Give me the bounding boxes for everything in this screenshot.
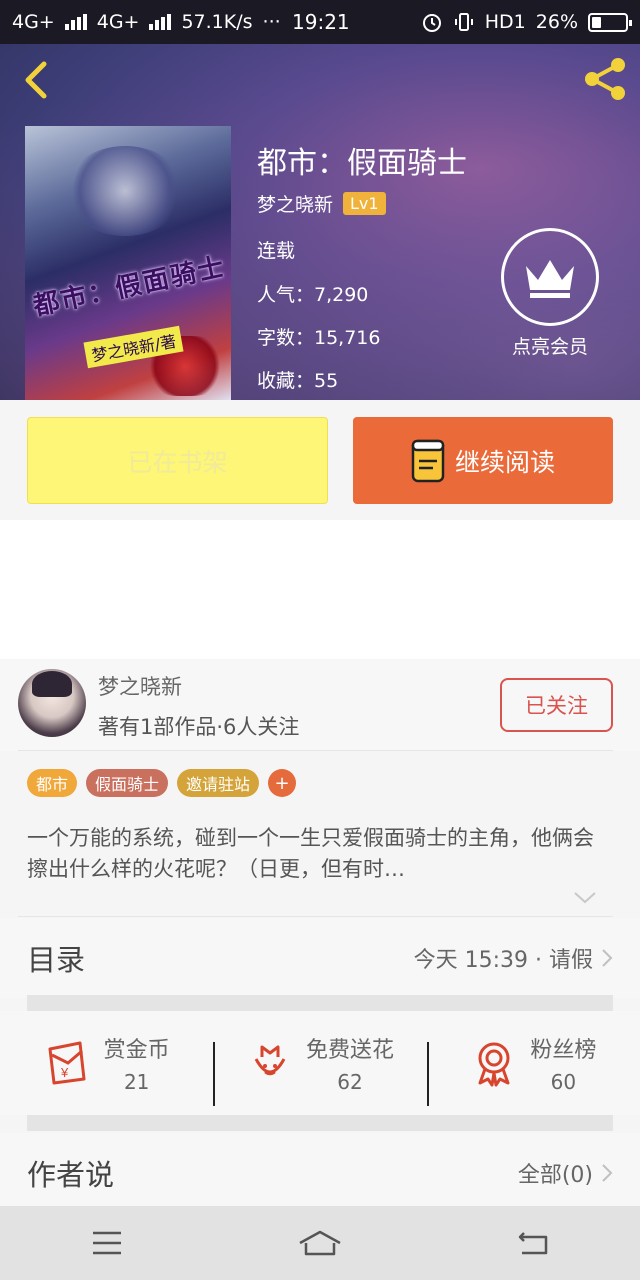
stat-value: 60 — [550, 1070, 577, 1094]
reward-coins-button[interactable]: ¥ 赏金币 21 — [0, 1032, 213, 1094]
level-badge: Lv1 — [343, 192, 386, 215]
book-description[interactable]: 一个万能的系统，碰到一个一生只爱假面骑士的主角，他俩会擦出什么样的火花呢？（日更… — [27, 823, 607, 885]
medal-icon — [478, 1042, 510, 1087]
add-tag-button[interactable]: + — [268, 769, 297, 797]
chevron-right-icon — [602, 949, 613, 967]
popularity: 人气：7,290 — [257, 284, 369, 306]
book-icon — [411, 439, 445, 482]
stat-value: 62 — [337, 1070, 363, 1094]
divider — [18, 916, 613, 917]
book-cover[interactable]: 都市：假面骑士 梦之晓新/著 — [25, 126, 231, 400]
network-speed: 57.1K/s — [181, 11, 253, 33]
author-card-meta: 著有1部作品·6人关注 — [98, 715, 300, 739]
author-card-name: 梦之晓新 — [98, 675, 182, 699]
vip-button[interactable]: 点亮会员 — [500, 228, 600, 359]
battery-icon — [588, 12, 632, 32]
red-envelope-icon: ¥ — [48, 1041, 86, 1085]
tag-item[interactable]: 都市 — [27, 769, 78, 797]
word-count: 字数：15,716 — [257, 327, 381, 349]
signal-icon-2 — [149, 14, 172, 30]
system-nav-bar — [0, 1206, 640, 1280]
stat-label: 免费送花 — [305, 1038, 394, 1063]
stat-label: 赏金币 — [103, 1038, 170, 1063]
tag-item[interactable]: 假面骑士 — [86, 769, 169, 797]
cover-title: 都市：假面骑士 — [30, 251, 229, 322]
follow-button[interactable]: 已关注 — [500, 678, 613, 732]
stat-label: 粉丝榜 — [530, 1038, 597, 1063]
toc-update: 今天 15:39 · 请假 — [413, 948, 593, 973]
menu-button[interactable] — [77, 1223, 137, 1263]
alarm-icon — [422, 14, 441, 32]
vip-label: 点亮会员 — [511, 336, 588, 358]
blank-area — [0, 520, 640, 659]
continue-reading-label: 继续阅读 — [454, 447, 555, 477]
author-says-all: 全部(0) — [517, 1163, 593, 1188]
toc-title: 目录 — [27, 943, 86, 977]
tag-list: 都市 假面骑士 邀请驻站 + — [27, 769, 297, 797]
tag-item[interactable]: 邀请驻站 — [177, 769, 260, 797]
home-button[interactable] — [290, 1223, 350, 1263]
signal-icon — [64, 14, 87, 30]
more-dots: ··· — [262, 11, 281, 33]
favorites-count: 收藏：55 — [257, 370, 339, 392]
book-header: 都市：假面骑士 梦之晓新/著 都市：假面骑士 梦之晓新 Lv1 连载 人气：7,… — [0, 44, 640, 400]
back-icon[interactable] — [18, 60, 54, 100]
section-gap — [27, 1115, 613, 1131]
book-title: 都市：假面骑士 — [257, 146, 467, 181]
status-bar: 4G+ 4G+ 57.1K/s ··· 19:21 HD1 26% — [0, 0, 640, 44]
divider — [18, 750, 613, 751]
action-bar: 已在书架 继续阅读 — [0, 400, 640, 520]
menu-icon — [92, 1231, 121, 1255]
return-icon — [519, 1232, 548, 1255]
on-shelf-button[interactable]: 已在书架 — [27, 417, 328, 504]
author-card[interactable]: 梦之晓新 著有1部作品·6人关注 已关注 — [0, 659, 640, 751]
back-nav-button[interactable] — [503, 1223, 563, 1263]
stats-bar: ¥ 赏金币 21 免费送花 62 粉丝榜 60 — [0, 1011, 640, 1115]
home-icon — [299, 1230, 341, 1256]
avatar[interactable] — [18, 669, 86, 737]
author-says-title: 作者说 — [27, 1158, 115, 1192]
clock: 19:21 — [292, 10, 350, 34]
vibrate-icon — [454, 13, 473, 31]
carrier-label: 4G+ — [12, 11, 55, 33]
send-flower-button[interactable]: 免费送花 62 — [213, 1032, 426, 1106]
chevron-right-icon — [602, 1164, 613, 1182]
svg-text:¥: ¥ — [60, 1065, 69, 1080]
hd-label: HD1 — [484, 11, 526, 33]
author-name[interactable]: 梦之晓新 — [257, 190, 333, 217]
stat-value: 21 — [123, 1070, 150, 1094]
flower-icon — [254, 1045, 286, 1076]
toc-row[interactable]: 目录 今天 15:39 · 请假 — [0, 918, 640, 998]
share-icon[interactable] — [580, 54, 630, 104]
battery-percent: 26% — [535, 11, 578, 33]
continue-reading-button[interactable]: 继续阅读 — [353, 417, 613, 504]
carrier-label-2: 4G+ — [96, 11, 140, 33]
serial-status: 连载 — [257, 240, 296, 262]
section-gap — [27, 995, 613, 1011]
expand-chevron-icon[interactable] — [572, 890, 598, 906]
author-row[interactable]: 梦之晓新 Lv1 — [257, 190, 386, 217]
crown-icon — [501, 228, 599, 326]
author-says-row[interactable]: 作者说 全部(0) — [0, 1133, 640, 1213]
fan-ranking-button[interactable]: 粉丝榜 60 — [426, 1032, 640, 1106]
